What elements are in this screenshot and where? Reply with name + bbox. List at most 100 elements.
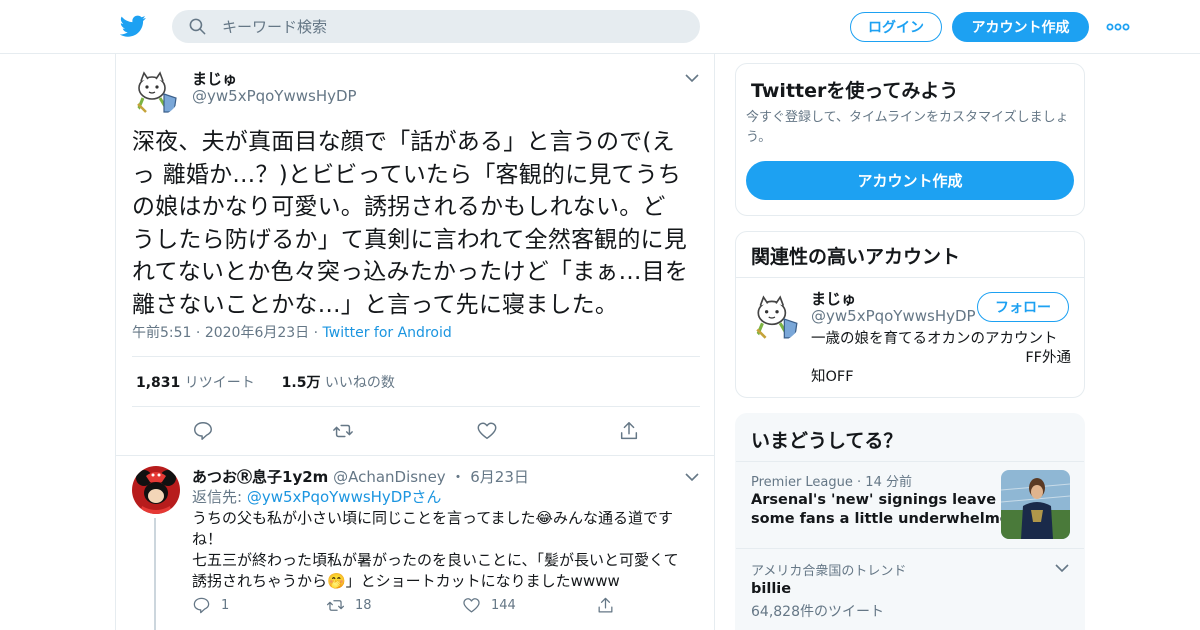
retweet-label: リツイート [184,375,255,391]
reply-header: あつおⓇ息子1y2m @AchanDisney ・ 6月23日 [192,466,529,487]
trend-thumbnail[interactable] [1001,470,1070,539]
chevron-down-icon[interactable] [685,73,699,83]
reply-to-link[interactable]: @yw5xPqoYwwsHyDP [247,488,412,506]
like-icon[interactable] [476,420,498,442]
retweet-count: 18 [355,598,372,613]
reply-actions: 1 18 144 [192,596,632,618]
divider [132,406,700,407]
reply-icon [193,597,210,614]
bio-line: 知OFF [811,369,854,385]
divider [736,548,1084,549]
trend-tweet-count: 64,828件のツイート [751,604,884,620]
trends-title: いまどうしてる？ [751,430,903,452]
reply-share-button[interactable] [596,596,615,615]
tweet-text-line: 離さないことかな…」と言って先に寝ました。 [132,291,619,318]
trend-headline: Arsenal's 'new' signings leave some fans… [751,491,1020,529]
tweet-text-line: れてないとか色々突っ込みたかったけど「まぁ…目を [132,259,689,285]
chevron-down-icon[interactable] [685,472,699,482]
follow-button[interactable]: フォロー [977,292,1069,322]
reply-author-name[interactable]: あつおⓇ息子1y2m [192,468,328,486]
cat-avatar-icon [132,68,180,116]
reply-text: うちの父も私が小さい頃に同じことを言ってました😂みんな通る道です ね！ 七五三が… [192,508,692,592]
reply-author-handle[interactable]: @AchanDisney [333,468,446,486]
like-count: 144 [491,598,516,613]
search-input[interactable] [222,10,682,43]
divider [116,455,714,456]
separator: ・ [450,468,466,486]
divider [132,356,700,357]
search-icon [189,18,206,35]
trend-category: Premier League [751,475,853,490]
related-handle[interactable]: @yw5xPqoYwwsHyDP [811,307,976,325]
more-options-icon[interactable] [1106,18,1130,36]
tweet-text: 深夜、夫が真面目な顔で「話がある」と言うので(え っ 離婚か…？)とビビっていた… [132,126,702,321]
retweet-icon[interactable] [332,420,354,442]
like-stat[interactable]: 1.5万 いいねの数 [282,375,395,391]
reply-avatar[interactable] [132,466,180,514]
signup-card-subtitle: 今すぐ登録して、タイムラインをカスタマイズしましょう。 [746,110,1069,145]
reply-text-line: 誘拐されちゃうから🤭」とショートカットになりましたwwww [192,572,620,590]
divider [736,461,1084,462]
retweet-stat[interactable]: 1,831 リツイート [136,375,255,391]
related-avatar[interactable] [751,292,801,342]
trend-context: Premier League · 14 分前 [751,471,912,490]
trend-name: billie [751,581,792,597]
separator: · [195,325,205,341]
trend-time: 14 分前 [865,475,912,490]
bio-line: 一歳の娘を育てるオカンのアカウント [811,331,1058,347]
like-label: いいねの数 [324,375,395,391]
reply-to-suffix: さん [411,488,442,506]
tweet-text-line: っ 離婚か…？)とビビっていたら「客観的に見てうち [132,161,682,188]
create-account-button[interactable]: アカウント作成 [746,161,1074,200]
tweet-source-link[interactable]: Twitter for Android [323,325,452,341]
like-count: 1.5万 [281,375,321,391]
tweet-column: まじゅ @yw5xPqoYwwsHyDP 深夜、夫が真面目な顔で「話がある」と言… [115,54,715,630]
tweet-text-line: うしたら防げるか」て真剣に言われて全然客観的に見 [132,226,687,253]
reply-text-line: 七五三が終わった頃私が暑がったのを良いことに、「髪が長いと可愛くて [192,551,679,569]
trends-card: いまどうしてる？ Premier League · 14 分前 Arsenal'… [735,413,1085,630]
signup-card: Twitterを使ってみよう 今すぐ登録して、タイムラインをカスタマイズしましょ… [735,63,1085,216]
related-accounts-title: 関連性の高いアカウント [751,246,961,268]
retweet-icon [326,600,345,611]
reply-retweet-button[interactable]: 18 [326,596,372,615]
related-name[interactable]: まじゅ [811,288,856,309]
reply-reply-button[interactable]: 1 [192,596,229,615]
reply-to-prefix: 返信先: [192,488,247,506]
author-handle[interactable]: @yw5xPqoYwwsHyDP [192,87,357,105]
avatar[interactable] [132,68,180,116]
tweet-text-line: 深夜、夫が真面目な顔で「話がある」と言うので(え [132,129,675,155]
reply-like-button[interactable]: 144 [462,596,516,615]
signup-card-title: Twitterを使ってみよう [751,80,959,102]
share-icon [598,597,613,613]
share-icon[interactable] [618,420,640,442]
search-box[interactable] [172,10,700,43]
tweet-stats: 1,831 リツイート 1.5万 いいねの数 [136,372,395,392]
separator: · [313,325,323,341]
football-player-image [1001,470,1070,539]
cat-avatar-icon [751,292,801,342]
trend-headline-line: some fans a little underwhelmed [751,511,1021,527]
trend-context: アメリカ合衆国のトレンド [751,564,907,579]
related-accounts-card: 関連性の高いアカウント まじゅ @yw5xPqoYwwsHyDP フォロー 一歳… [735,231,1085,398]
signup-button[interactable]: アカウント作成 [952,12,1089,42]
like-icon [463,598,480,613]
twitter-logo-icon[interactable] [120,13,146,39]
reply-text-line: うちの父も私が小さい頃に同じことを言ってました😂みんな通る道です [192,509,674,527]
chevron-down-icon[interactable] [1055,563,1069,573]
divider [736,277,1084,278]
reply-icon[interactable] [192,420,214,442]
author-name[interactable]: まじゅ [192,68,237,89]
reply-count: 1 [221,598,230,613]
reply-date[interactable]: 6月23日 [470,468,529,486]
reply-to-line: 返信先: @yw5xPqoYwwsHyDPさん [192,486,441,507]
bio-line: FF外通 [1025,350,1071,366]
tweet-date[interactable]: 2020年6月23日 [205,325,309,341]
login-button[interactable]: ログイン [850,12,942,42]
top-nav: ログイン アカウント作成 [0,0,1200,54]
trend-headline-line: Arsenal's 'new' signings leave [751,492,997,508]
thread-line [154,518,156,630]
related-bio: 一歳の娘を育てるオカンのアカウント FF外通 知OFF [811,330,1071,387]
tweet-time[interactable]: 午前5:51 [132,325,191,341]
retweet-count: 1,831 [136,375,181,391]
tweet-text-line: の娘はかなり可愛い。誘拐されるかもしれない。ど [132,194,666,220]
